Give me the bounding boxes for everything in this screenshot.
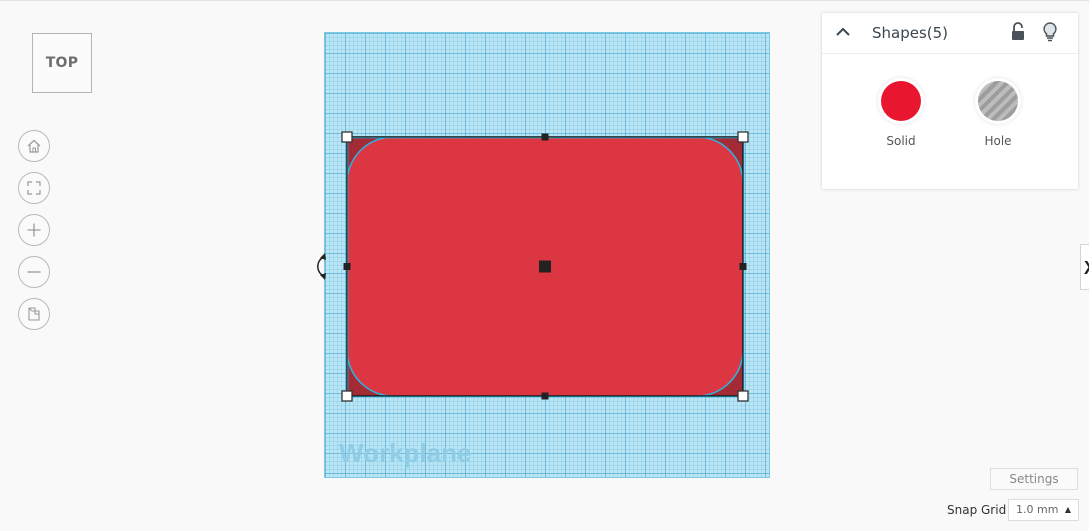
solid-option[interactable]: Solid xyxy=(871,81,931,148)
resize-handle-bottom[interactable] xyxy=(541,392,549,400)
hole-label: Hole xyxy=(984,134,1012,148)
settings-button[interactable]: Settings xyxy=(990,468,1078,490)
center-handle[interactable] xyxy=(539,260,551,273)
resize-handle-left[interactable] xyxy=(343,263,351,270)
snap-grid-value: 1.0 mm xyxy=(1016,503,1059,516)
resize-handle-top-left[interactable] xyxy=(341,131,353,143)
shapes-panel: Shapes(5) Solid Hole xyxy=(822,13,1078,189)
dropdown-arrow-icon: ▲ xyxy=(1064,505,1071,514)
resize-handle-top[interactable] xyxy=(541,133,549,141)
shapes-panel-header: Shapes(5) xyxy=(822,13,1078,54)
hole-swatch[interactable] xyxy=(978,81,1018,121)
side-panel-tab[interactable]: X xyxy=(1080,244,1089,290)
resize-handle-bottom-left[interactable] xyxy=(341,390,353,402)
hole-option[interactable]: Hole xyxy=(968,81,1028,148)
resize-handle-right[interactable] xyxy=(739,263,747,270)
rotate-handle-icon[interactable] xyxy=(317,253,326,280)
resize-handle-top-right[interactable] xyxy=(737,131,749,143)
lightbulb-icon[interactable] xyxy=(1042,21,1058,43)
snap-grid-label: Snap Grid xyxy=(947,503,1007,517)
unlock-icon[interactable] xyxy=(1010,22,1026,42)
resize-handle-bottom-right[interactable] xyxy=(737,390,749,402)
solid-swatch[interactable] xyxy=(881,81,921,121)
shapes-panel-title: Shapes(5) xyxy=(872,24,949,42)
solid-label: Solid xyxy=(886,134,916,148)
chevron-up-icon[interactable] xyxy=(835,26,851,38)
snap-grid-select[interactable]: 1.0 mm ▲ xyxy=(1008,499,1079,521)
side-panel-tab-label: X xyxy=(1084,258,1089,278)
